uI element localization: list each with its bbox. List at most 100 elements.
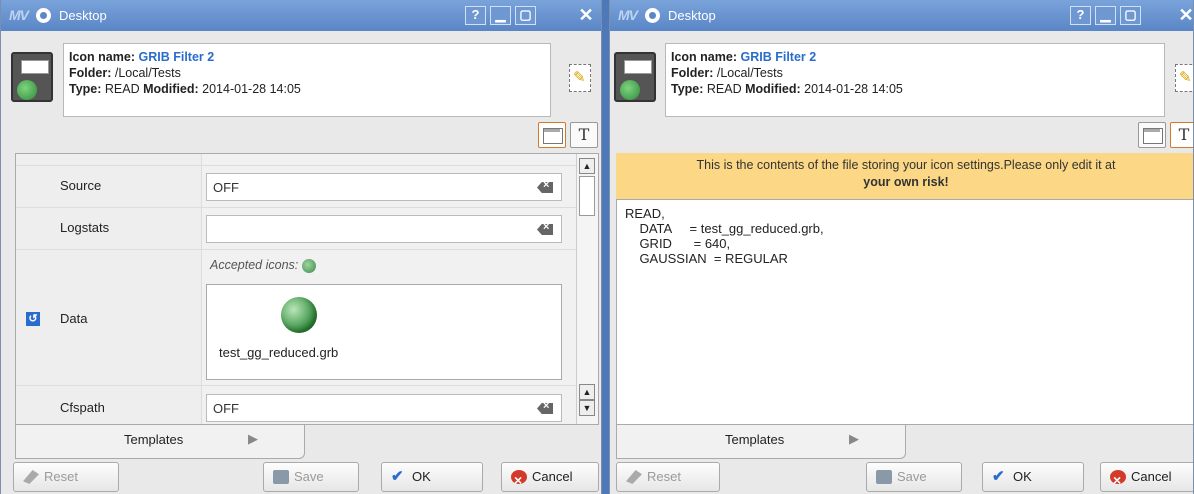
scroll-thumb[interactable] (579, 176, 595, 216)
save-icon (273, 470, 289, 484)
folder-value: /Local/Tests (114, 66, 181, 80)
save-label: Save (897, 469, 927, 484)
edit-notes-icon[interactable] (569, 64, 591, 92)
property-label: Logstats (60, 220, 110, 235)
scroll-up-button[interactable]: ▲ (579, 158, 595, 174)
window-menu-icon[interactable] (645, 8, 660, 23)
grib-globe-icon (302, 258, 317, 273)
logstats-input[interactable] (206, 215, 562, 243)
source-value: OFF (213, 180, 239, 195)
reset-label: Reset (44, 469, 78, 484)
folder-label: Folder: (671, 66, 714, 80)
icon-editor-window-left: MV Desktop ? ▁ ▢ ✕ Icon name: GRIB Filte… (0, 0, 602, 494)
accepted-icons-label: Accepted icons: (210, 258, 317, 273)
grib-filter-icon (9, 50, 57, 108)
reset-button[interactable]: Reset (616, 462, 720, 492)
scroll-up-button-lower[interactable]: ▲ (579, 384, 595, 400)
window-title: Desktop (59, 8, 107, 23)
modified-value: 2014-01-28 14:05 (804, 82, 903, 96)
text-view-button[interactable]: T (570, 122, 598, 148)
property-row-data: ↺ Data Accepted icons: test_gg_reduced.g… (16, 250, 576, 386)
tab-templates[interactable]: Templates ▶ (15, 425, 305, 459)
folder-label: Folder: (69, 66, 112, 80)
edit-warning-banner: This is the contents of the file storing… (616, 153, 1193, 199)
source-input[interactable]: OFF (206, 173, 562, 201)
grib-filter-icon (612, 50, 660, 108)
cancel-icon (1110, 466, 1126, 494)
property-label: Source (60, 178, 102, 193)
properties-panel: Source OFF Logstats ↺ Data Accepted icon (15, 153, 599, 425)
help-button[interactable]: ? (1070, 6, 1091, 25)
metview-logo-icon: MV (618, 7, 638, 23)
icon-editor-window-right: MV Desktop ? ▁ ▢ ✕ Icon name: GRIB Filte… (609, 0, 1194, 494)
scroll-down-button[interactable]: ▼ (579, 400, 595, 416)
maximize-button[interactable]: ▢ (515, 6, 536, 25)
vertical-scrollbar[interactable]: ▲ ▲ ▼ (576, 154, 598, 424)
window-title: Desktop (668, 8, 716, 23)
cancel-label: Cancel (532, 469, 573, 484)
close-button[interactable]: ✕ (575, 5, 597, 26)
cfspath-value: OFF (213, 401, 239, 416)
reset-button[interactable]: Reset (13, 462, 119, 492)
modified-label: Modified: (143, 82, 199, 96)
help-button[interactable]: ? (465, 6, 486, 25)
settings-text-editor[interactable]: READ, DATA = test_gg_reduced.grb, GRID =… (616, 199, 1193, 425)
close-button[interactable]: ✕ (1175, 5, 1193, 26)
window-menu-icon[interactable] (36, 8, 51, 23)
tab-templates[interactable]: Templates ▶ (616, 425, 906, 459)
icon-name-value: GRIB Filter 2 (740, 50, 817, 64)
property-row-source: Source OFF (16, 166, 576, 208)
edit-notes-icon[interactable] (1175, 64, 1193, 92)
text-view-button[interactable]: T (1170, 122, 1193, 148)
save-button[interactable]: Save (866, 462, 962, 492)
ok-button[interactable]: ✔ OK (982, 462, 1084, 492)
clear-icon[interactable] (537, 403, 553, 414)
reset-label: Reset (647, 469, 681, 484)
revert-icon[interactable]: ↺ (26, 312, 40, 326)
clear-icon[interactable] (537, 224, 553, 235)
cancel-icon (511, 466, 527, 494)
checkmark-icon: ✔ (391, 468, 404, 485)
ok-label: OK (412, 469, 431, 484)
property-label: Data (60, 311, 88, 326)
modified-label: Modified: (745, 82, 801, 96)
cancel-label: Cancel (1131, 469, 1172, 484)
property-row-cfspath: Cfspath OFF (16, 386, 576, 424)
type-value: READ (104, 82, 140, 96)
metview-logo-icon: MV (9, 7, 29, 23)
save-label: Save (294, 469, 324, 484)
maximize-button[interactable]: ▢ (1120, 6, 1141, 25)
reset-icon (23, 470, 39, 484)
warning-emphasis: your own risk! (863, 175, 949, 189)
type-label: Type: (69, 82, 102, 96)
play-arrow-icon[interactable]: ▶ (849, 431, 859, 447)
icon-name-label: Icon name: (671, 50, 737, 64)
save-button[interactable]: Save (263, 462, 359, 492)
modified-value: 2014-01-28 14:05 (202, 82, 301, 96)
minimize-button[interactable]: ▁ (1095, 6, 1116, 25)
tab-templates-label: Templates (725, 432, 785, 447)
type-label: Type: (671, 82, 704, 96)
checkmark-icon: ✔ (992, 468, 1005, 485)
data-drop-area[interactable]: test_gg_reduced.grb (206, 284, 562, 380)
play-arrow-icon[interactable]: ▶ (248, 431, 258, 447)
icon-name-value: GRIB Filter 2 (138, 50, 215, 64)
type-value: READ (706, 82, 742, 96)
cfspath-input[interactable]: OFF (206, 394, 562, 422)
grib-file-icon[interactable] (281, 297, 317, 333)
cancel-button[interactable]: Cancel (501, 462, 599, 494)
ok-button[interactable]: ✔ OK (381, 462, 483, 492)
icon-name-label: Icon name: (69, 50, 135, 64)
table-row (16, 154, 576, 166)
title-bar[interactable]: MV Desktop ? ▁ ▢ ✕ (1, 0, 601, 31)
property-label: Cfspath (60, 400, 105, 415)
minimize-button[interactable]: ▁ (490, 6, 511, 25)
form-view-button[interactable] (538, 122, 566, 148)
icon-info-box: Icon name: GRIB Filter 2 Folder: /Local/… (63, 43, 551, 117)
clear-icon[interactable] (537, 182, 553, 193)
window-separator (602, 0, 609, 494)
cancel-button[interactable]: Cancel (1100, 462, 1193, 494)
data-file-name: test_gg_reduced.grb (219, 345, 339, 360)
title-bar[interactable]: MV Desktop ? ▁ ▢ ✕ (610, 0, 1193, 31)
form-view-button[interactable] (1138, 122, 1166, 148)
